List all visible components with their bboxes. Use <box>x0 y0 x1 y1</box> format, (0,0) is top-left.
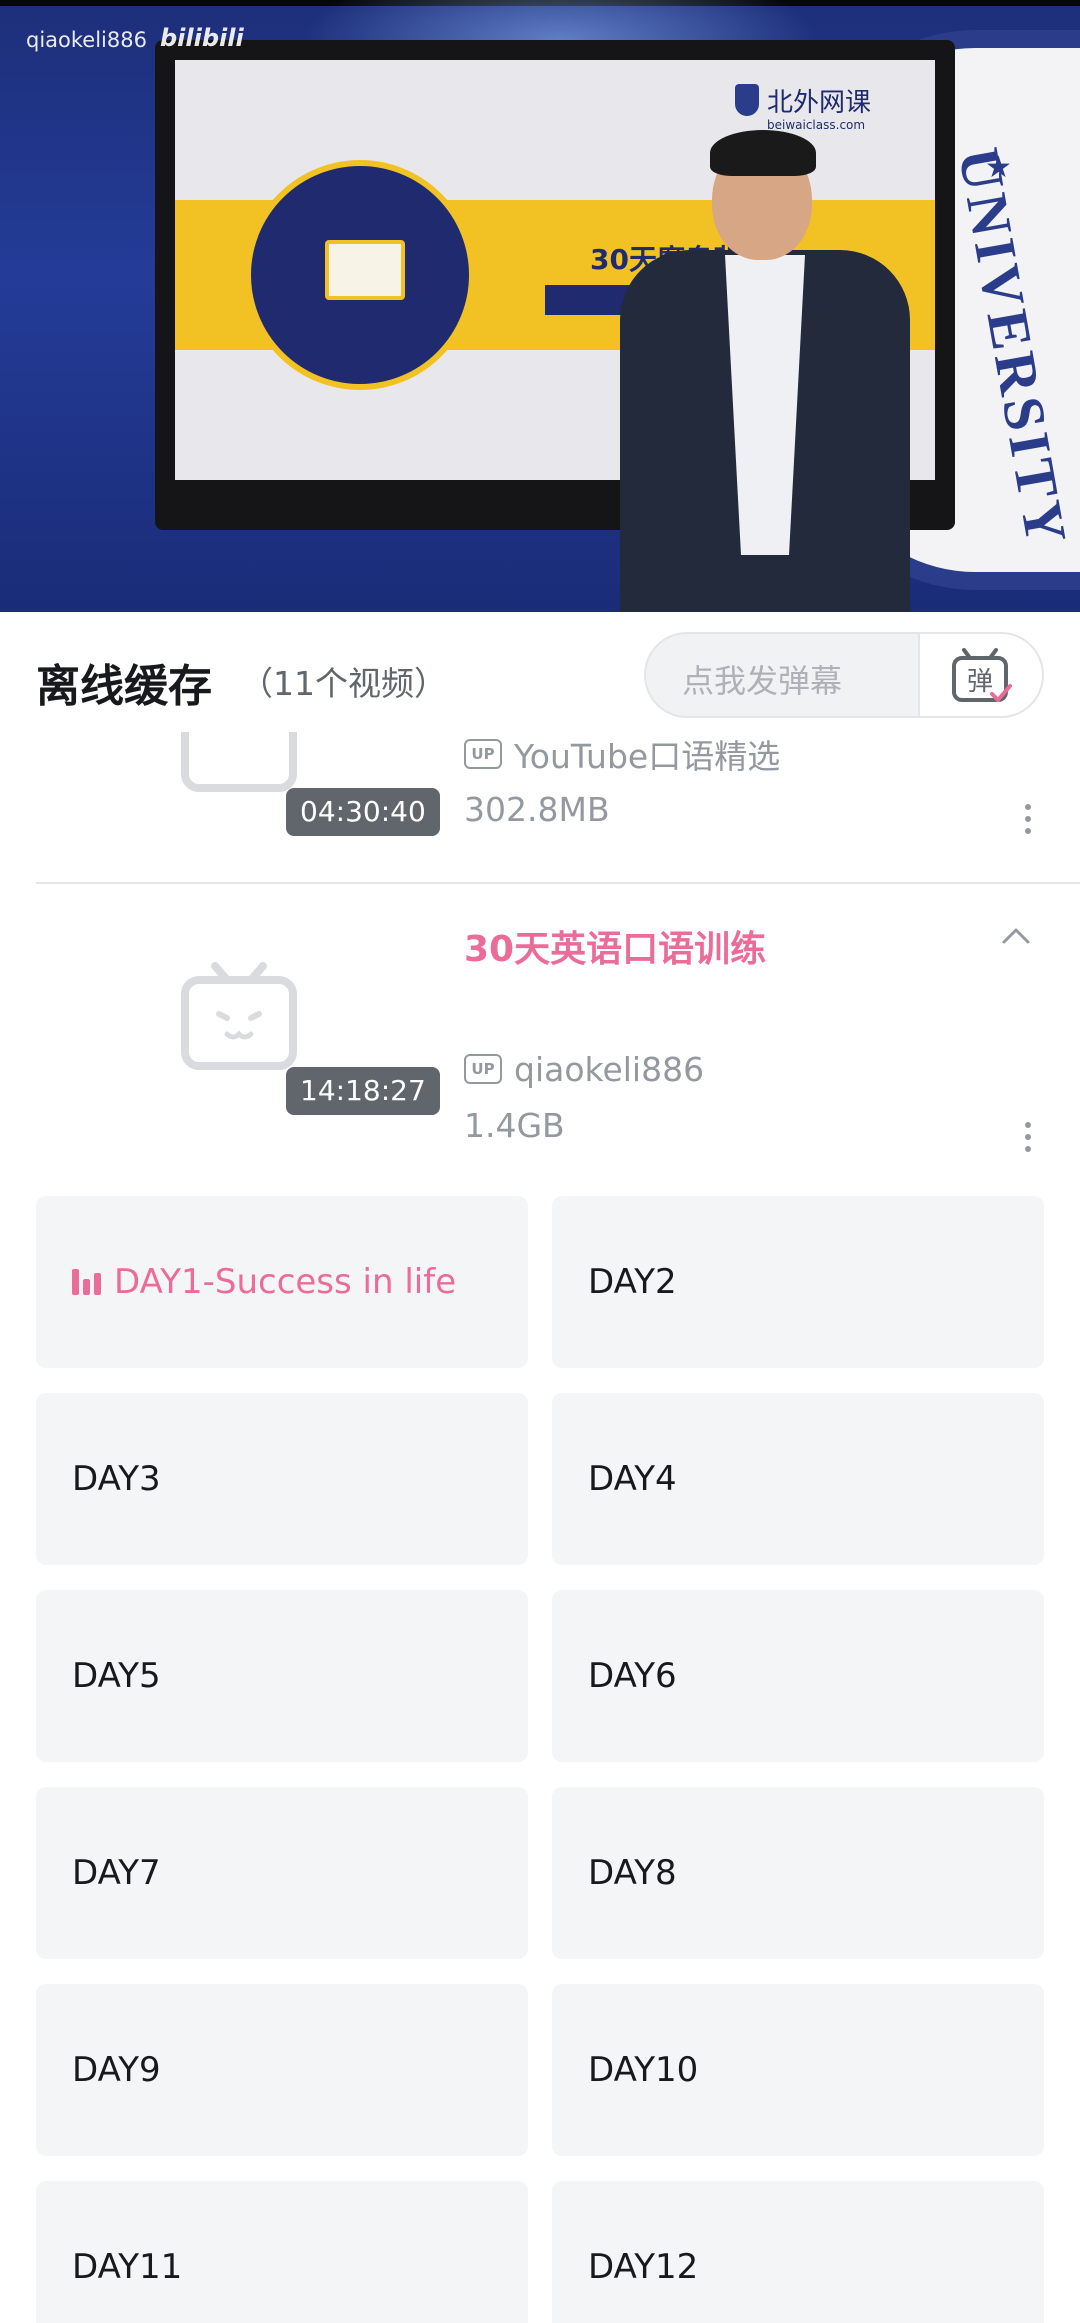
duration-badge: 14:18:27 <box>286 1067 440 1115</box>
episode-label: DAY7 <box>72 1853 161 1893</box>
tv-placeholder-icon <box>181 962 297 1070</box>
episode-label: DAY5 <box>72 1656 161 1696</box>
page-title: 离线缓存 <box>36 661 212 712</box>
episode-label: DAY4 <box>588 1459 677 1499</box>
file-size: 302.8MB <box>464 790 610 829</box>
chevron-up-icon[interactable] <box>998 918 1034 954</box>
episode-label: DAY3 <box>72 1459 161 1499</box>
cache-list[interactable]: 04:30:40 UP YouTube口语精选 302.8MB 30天英语口语训… <box>0 732 1080 2323</box>
episode-tile-day12[interactable]: DAY12 <box>552 2181 1044 2323</box>
playing-bars-icon <box>72 1265 102 1295</box>
danmaku-toggle-button[interactable]: 弹 <box>918 634 1042 716</box>
danmaku-input[interactable]: 点我发弹幕 弹 <box>644 632 1044 718</box>
episode-tile-day6[interactable]: DAY6 <box>552 1590 1044 1762</box>
bilibili-logo: bilibili <box>160 24 244 52</box>
more-options-icon[interactable] <box>1018 800 1038 840</box>
list-item[interactable]: 30天英语口语训练 14:18:27 UP qiaokeli886 1.4GB <box>36 882 1044 1192</box>
file-size: 1.4GB <box>464 1106 565 1145</box>
more-options-icon[interactable] <box>1018 1118 1038 1158</box>
danmaku-placeholder: 点我发弹幕 <box>682 662 843 700</box>
episode-label: DAY1-Success in life <box>114 1262 457 1302</box>
video-player[interactable]: ★ UNIVERSITY 30天魔鬼背 北外网课 beiwaiclass.com… <box>0 0 1080 612</box>
episode-tile-day7[interactable]: DAY7 <box>36 1787 528 1959</box>
duration-badge: 04:30:40 <box>286 788 440 836</box>
episode-tile-day11[interactable]: DAY11 <box>36 2181 528 2323</box>
episode-tile-day2[interactable]: DAY2 <box>552 1196 1044 1368</box>
shield-icon <box>735 84 759 116</box>
episode-tile-day3[interactable]: DAY3 <box>36 1393 528 1565</box>
offline-cache-header: 离线缓存 （11个视频） 点我发弹幕 弹 <box>0 612 1080 732</box>
episode-label: DAY12 <box>588 2247 699 2287</box>
episode-label: DAY10 <box>588 2050 699 2090</box>
danmaku-icon-text: 弹 <box>967 667 993 697</box>
up-badge: UP <box>464 739 502 769</box>
video-thumbnail: 04:30:40 <box>36 732 440 878</box>
danmaku-toggle-icon: 弹 <box>952 648 1012 702</box>
presenter-hair <box>710 130 816 176</box>
video-title: 30天英语口语训练 <box>464 929 767 970</box>
list-item[interactable]: 04:30:40 UP YouTube口语精选 302.8MB <box>36 732 1044 882</box>
watermark-user: qiaokeli886 <box>26 28 147 52</box>
episode-label: DAY2 <box>588 1262 677 1302</box>
episode-label: DAY11 <box>72 2247 183 2287</box>
episode-tile-day5[interactable]: DAY5 <box>36 1590 528 1762</box>
episode-tile-day1[interactable]: DAY1-Success in life <box>36 1196 528 1368</box>
video-thumbnail: 14:18:27 <box>36 962 440 1178</box>
episode-tile-day4[interactable]: DAY4 <box>552 1393 1044 1565</box>
tv-placeholder-icon <box>181 732 297 792</box>
presenter <box>600 130 920 612</box>
uploader: UP qiaokeli886 <box>464 1047 704 1091</box>
episode-tile-day10[interactable]: DAY10 <box>552 1984 1044 2156</box>
episode-label: DAY9 <box>72 2050 161 2090</box>
up-badge: UP <box>464 1054 502 1084</box>
screen-brand: 北外网课 <box>767 88 872 118</box>
uploader-name: YouTube口语精选 <box>514 737 781 776</box>
episode-label: DAY8 <box>588 1853 677 1893</box>
episode-tile-day9[interactable]: DAY9 <box>36 1984 528 2156</box>
book-icon <box>325 240 405 300</box>
episode-tile-day8[interactable]: DAY8 <box>552 1787 1044 1959</box>
uploader-name: qiaokeli886 <box>514 1049 705 1089</box>
uploader: UP YouTube口语精选 <box>464 732 780 776</box>
episode-label: DAY6 <box>588 1656 677 1696</box>
video-count: （11个视频） <box>240 664 447 703</box>
